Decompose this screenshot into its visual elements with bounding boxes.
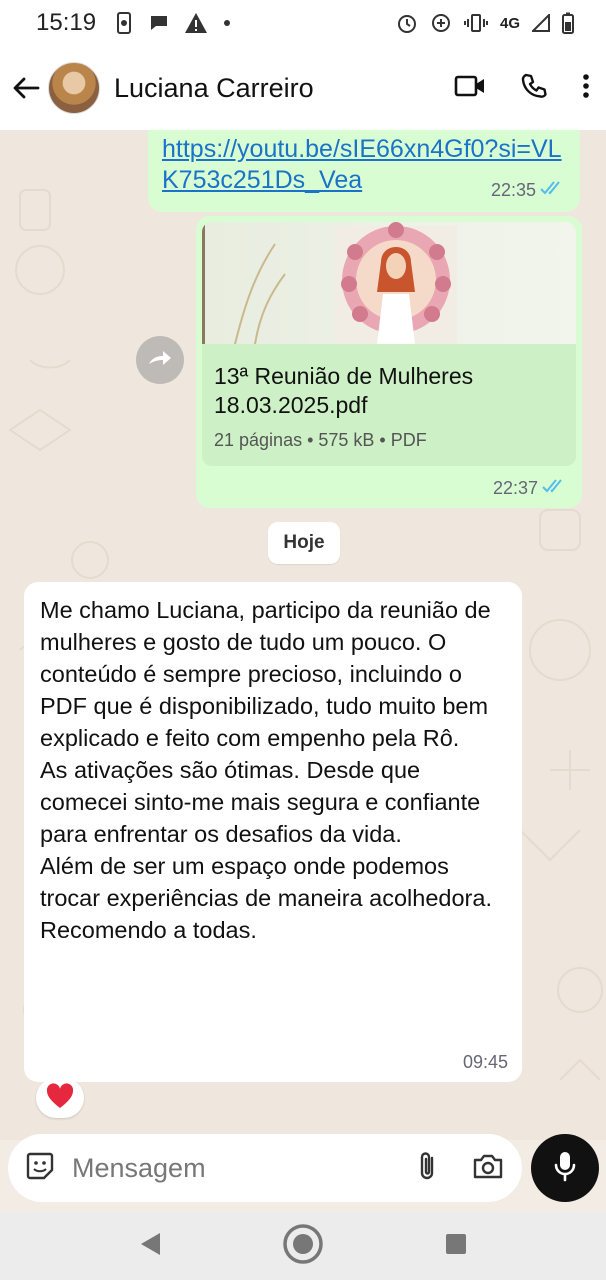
message-meta: 09:45 — [463, 1052, 508, 1073]
message-composer — [8, 1134, 522, 1202]
more-options-icon[interactable] — [582, 73, 590, 104]
message-input[interactable] — [70, 1151, 416, 1185]
incoming-message[interactable]: Me chamo Luciana, participo da reunião d… — [24, 582, 522, 1082]
nav-back-icon[interactable] — [138, 1231, 162, 1262]
vibrate-icon — [463, 13, 488, 33]
reaction-badge[interactable] — [36, 1078, 84, 1118]
read-ticks-icon — [540, 180, 566, 201]
dot-icon — [222, 18, 232, 28]
battery-icon — [562, 12, 574, 34]
date-separator: Hoje — [268, 522, 340, 564]
chat-notification-icon — [148, 13, 170, 33]
message-meta: 22:35 — [491, 180, 566, 201]
system-navigation-bar — [0, 1212, 606, 1280]
chat-area[interactable]: https://youtu.be/sIE66xn4Gf0?si=VLK753c2… — [0, 130, 606, 1140]
signal-icon — [532, 14, 550, 32]
document-thumbnail — [202, 222, 576, 344]
data-saver-icon — [430, 12, 452, 34]
status-time: 15:19 — [36, 9, 97, 36]
nav-recents-icon[interactable] — [444, 1232, 468, 1261]
heart-icon — [46, 1082, 74, 1114]
message-time: 22:37 — [492, 478, 538, 498]
message-time: 22:35 — [490, 180, 536, 200]
camera-icon[interactable] — [472, 1152, 504, 1185]
sticker-icon[interactable] — [24, 1150, 56, 1187]
document-info: 21 páginas • 575 kB • PDF — [214, 430, 427, 450]
message-text: Me chamo Luciana, participo da reunião d… — [40, 597, 492, 943]
outgoing-document-message[interactable]: 13ª Reunião de Mulheres 18.03.2025.pdf 2… — [196, 216, 582, 508]
read-ticks-icon — [542, 478, 568, 499]
contact-avatar[interactable] — [48, 62, 100, 114]
forward-button[interactable] — [136, 336, 184, 384]
attach-icon[interactable] — [416, 1150, 438, 1187]
warning-icon — [184, 12, 208, 34]
phone-sync-icon — [114, 12, 134, 34]
video-call-icon[interactable] — [454, 74, 486, 103]
chat-header: Luciana Carreiro — [0, 46, 606, 130]
document-card[interactable]: 13ª Reunião de Mulheres 18.03.2025.pdf 2… — [202, 222, 576, 466]
alarm-icon — [396, 12, 418, 34]
nav-home-icon[interactable] — [282, 1223, 324, 1270]
voice-call-icon[interactable] — [520, 72, 548, 105]
contact-name[interactable]: Luciana Carreiro — [114, 73, 314, 104]
status-bar: 15:19 4G — [0, 0, 606, 46]
message-time: 09:45 — [462, 1052, 508, 1072]
document-title: 13ª Reunião de Mulheres 18.03.2025.pdf — [214, 363, 474, 418]
voice-message-button[interactable] — [531, 1134, 599, 1202]
outgoing-link-message[interactable]: https://youtu.be/sIE66xn4Gf0?si=VLK753c2… — [148, 130, 580, 212]
back-arrow-icon[interactable] — [10, 72, 42, 104]
microphone-icon — [553, 1150, 577, 1187]
message-meta: 22:37 — [493, 478, 568, 499]
network-label: 4G — [499, 14, 520, 32]
forward-icon — [147, 348, 173, 373]
